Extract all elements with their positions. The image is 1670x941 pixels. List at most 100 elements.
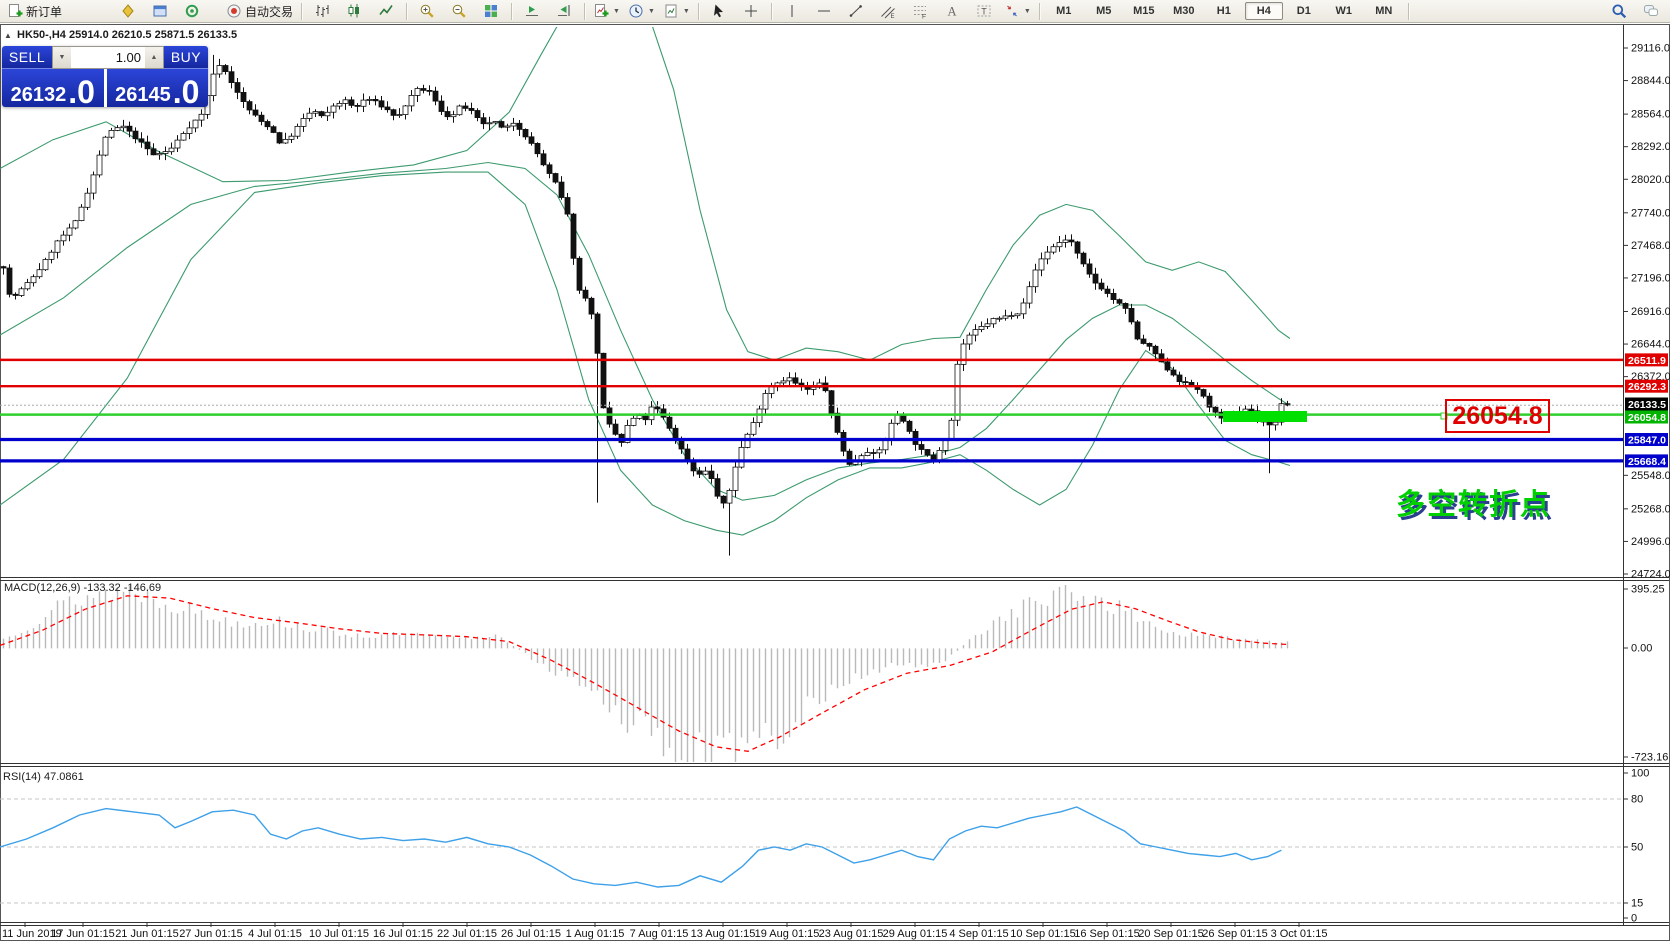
date-tick-label: 3 Oct 01:15 bbox=[1271, 928, 1328, 940]
svg-text:26511.9: 26511.9 bbox=[1628, 356, 1666, 367]
dropdown-arrow-icon[interactable]: ▼ bbox=[613, 8, 620, 15]
toolbar-vline-button[interactable] bbox=[776, 0, 808, 22]
date-tick-label: 10 Sep 01:15 bbox=[1010, 928, 1075, 940]
macd-indicator-label: MACD(12,26,9) -133.32 -146.69 bbox=[4, 582, 161, 594]
toolbar-text-button[interactable]: A bbox=[936, 0, 968, 22]
indicator-tick-label: 50 bbox=[1631, 842, 1643, 854]
chat-icon bbox=[1643, 3, 1659, 19]
toolbar-navigator-button[interactable] bbox=[176, 0, 208, 22]
svg-text:26054.8: 26054.8 bbox=[1628, 413, 1666, 424]
buy-button[interactable]: BUY bbox=[164, 46, 208, 69]
sell-button[interactable]: SELL bbox=[2, 46, 52, 69]
buy-price-frac: .0 bbox=[173, 79, 200, 105]
timeframe-mn-button[interactable]: MN bbox=[1365, 2, 1403, 20]
svg-text:A: A bbox=[947, 5, 956, 19]
indicator-tick-label: 0.00 bbox=[1631, 643, 1652, 655]
dropdown-arrow-icon[interactable]: ▼ bbox=[1024, 8, 1031, 15]
timeframe-w1-button[interactable]: W1 bbox=[1325, 2, 1363, 20]
toolbar-hline-button[interactable] bbox=[808, 0, 840, 22]
svg-text:26292.3: 26292.3 bbox=[1628, 382, 1666, 393]
toolbar-separator bbox=[771, 3, 772, 20]
timeframe-m15-button[interactable]: M15 bbox=[1125, 2, 1163, 20]
chart-canvas[interactable]: 29116.028844.028564.028292.028020.027740… bbox=[0, 0, 1670, 941]
toolbar-zoom-out-button[interactable] bbox=[443, 0, 475, 22]
toolbar-zoom-in-button[interactable] bbox=[411, 0, 443, 22]
toolbar-search-button[interactable] bbox=[1603, 0, 1635, 22]
axis-badge-25847.0: 25847.0 bbox=[1625, 433, 1668, 447]
price-tick-label: 27468.0 bbox=[1631, 240, 1670, 252]
date-tick-label: 29 Aug 01:15 bbox=[883, 928, 948, 940]
price-tick-label: 28844.0 bbox=[1631, 75, 1670, 87]
rsi-indicator-label: RSI(14) 47.0861 bbox=[3, 771, 84, 783]
toolbar-bar-chart-button[interactable] bbox=[306, 0, 338, 22]
price-tick-label: 24724.0 bbox=[1631, 569, 1670, 581]
timeframe-h4-button[interactable]: H4 bbox=[1245, 2, 1283, 20]
highlight-zone[interactable] bbox=[1223, 411, 1307, 422]
indicator-tick-label: 0 bbox=[1631, 913, 1637, 925]
timeframe-h1-button[interactable]: H1 bbox=[1205, 2, 1243, 20]
auto-scroll-icon bbox=[524, 3, 540, 19]
price-tick-label: 27740.0 bbox=[1631, 207, 1670, 219]
indicator-tick-label: 100 bbox=[1631, 768, 1649, 780]
toolbar-trendline-button[interactable] bbox=[840, 0, 872, 22]
toolbar-chart-shift-button[interactable] bbox=[548, 0, 580, 22]
indicator-tick-label: 80 bbox=[1631, 794, 1643, 806]
timeframe-m1-button[interactable]: M1 bbox=[1045, 2, 1083, 20]
date-tick-label: 20 Sep 01:15 bbox=[1138, 928, 1203, 940]
toolbar-cursor-button[interactable] bbox=[703, 0, 735, 22]
bar-chart-icon bbox=[314, 3, 330, 19]
toolbar-auto-trading-button[interactable]: 自动交易 bbox=[222, 0, 297, 22]
toolbar-separator bbox=[1408, 3, 1409, 20]
axis-badge-26133.5: 26133.5 bbox=[1625, 398, 1668, 412]
toolbar-fibonacci-button[interactable]: F bbox=[904, 0, 936, 22]
sell-price-frac: .0 bbox=[68, 79, 95, 105]
svg-text:25847.0: 25847.0 bbox=[1628, 436, 1666, 447]
toolbar-crosshair-button[interactable] bbox=[735, 0, 767, 22]
toolbar-market-watch-button[interactable] bbox=[112, 0, 144, 22]
dropdown-arrow-icon[interactable]: ▼ bbox=[683, 8, 690, 15]
dropdown-arrow-icon[interactable]: ▼ bbox=[648, 8, 655, 15]
toolbar-new-order-button[interactable]: 新订单 bbox=[3, 0, 66, 22]
price-tick-label: 26916.0 bbox=[1631, 306, 1670, 318]
market-watch-icon bbox=[120, 3, 136, 19]
volume-input[interactable] bbox=[71, 47, 145, 68]
indicator-tick-label: -723.16 bbox=[1631, 752, 1668, 764]
timeframe-m5-button[interactable]: M5 bbox=[1085, 2, 1123, 20]
sell-price-button[interactable]: 26132 .0 bbox=[2, 69, 104, 107]
timeframe-m30-button[interactable]: M30 bbox=[1165, 2, 1203, 20]
svg-text:E: E bbox=[890, 14, 894, 19]
pivot-annotation-text[interactable]: 多空转折点 bbox=[1396, 481, 1551, 523]
toolbar-periods-button[interactable]: ▼ bbox=[624, 0, 659, 22]
price-tick-label: 27196.0 bbox=[1631, 272, 1670, 284]
toolbar-auto-scroll-button[interactable] bbox=[516, 0, 548, 22]
toolbar-arrows-button[interactable]: ▼ bbox=[1000, 0, 1035, 22]
date-tick-label: 21 Jun 01:15 bbox=[115, 928, 179, 940]
toolbar-separator bbox=[584, 3, 585, 20]
toolbar-tile-windows-button[interactable] bbox=[475, 0, 507, 22]
collapse-arrow-icon[interactable]: ▲ bbox=[4, 31, 12, 40]
price-tick-label: 25268.0 bbox=[1631, 503, 1670, 515]
svg-text:26133.5: 26133.5 bbox=[1628, 400, 1666, 411]
toolbar-chat-button[interactable] bbox=[1635, 0, 1667, 22]
date-tick-label: 19 Aug 01:15 bbox=[755, 928, 820, 940]
toolbar-indicators-button[interactable]: ▼ bbox=[589, 0, 624, 22]
buy-price-main: 26145 bbox=[115, 85, 171, 105]
price-annotation-label[interactable]: 26054.8 bbox=[1445, 399, 1550, 433]
volume-increase-button[interactable]: ▲ bbox=[145, 47, 163, 68]
toolbar-text-label-button[interactable]: T bbox=[968, 0, 1000, 22]
toolbar-data-window-button[interactable] bbox=[144, 0, 176, 22]
toolbar-templates-button[interactable]: ▼ bbox=[659, 0, 694, 22]
volume-decrease-button[interactable]: ▼ bbox=[53, 47, 71, 68]
toolbar-candle-chart-button[interactable] bbox=[338, 0, 370, 22]
sell-price-main: 26132 bbox=[11, 85, 67, 105]
buy-price-button[interactable]: 26145 .0 bbox=[107, 69, 209, 107]
axis-badge-26511.9: 26511.9 bbox=[1625, 353, 1668, 367]
cursor-icon bbox=[711, 3, 727, 19]
toolbar-channel-button[interactable]: E bbox=[872, 0, 904, 22]
volume-control: ▼ ▲ bbox=[52, 46, 164, 69]
date-tick-label: 1 Aug 01:15 bbox=[566, 928, 625, 940]
text-label-icon: T bbox=[976, 3, 992, 19]
price-tick-label: 24996.0 bbox=[1631, 536, 1670, 548]
timeframe-d1-button[interactable]: D1 bbox=[1285, 2, 1323, 20]
toolbar-line-chart-button[interactable] bbox=[370, 0, 402, 22]
